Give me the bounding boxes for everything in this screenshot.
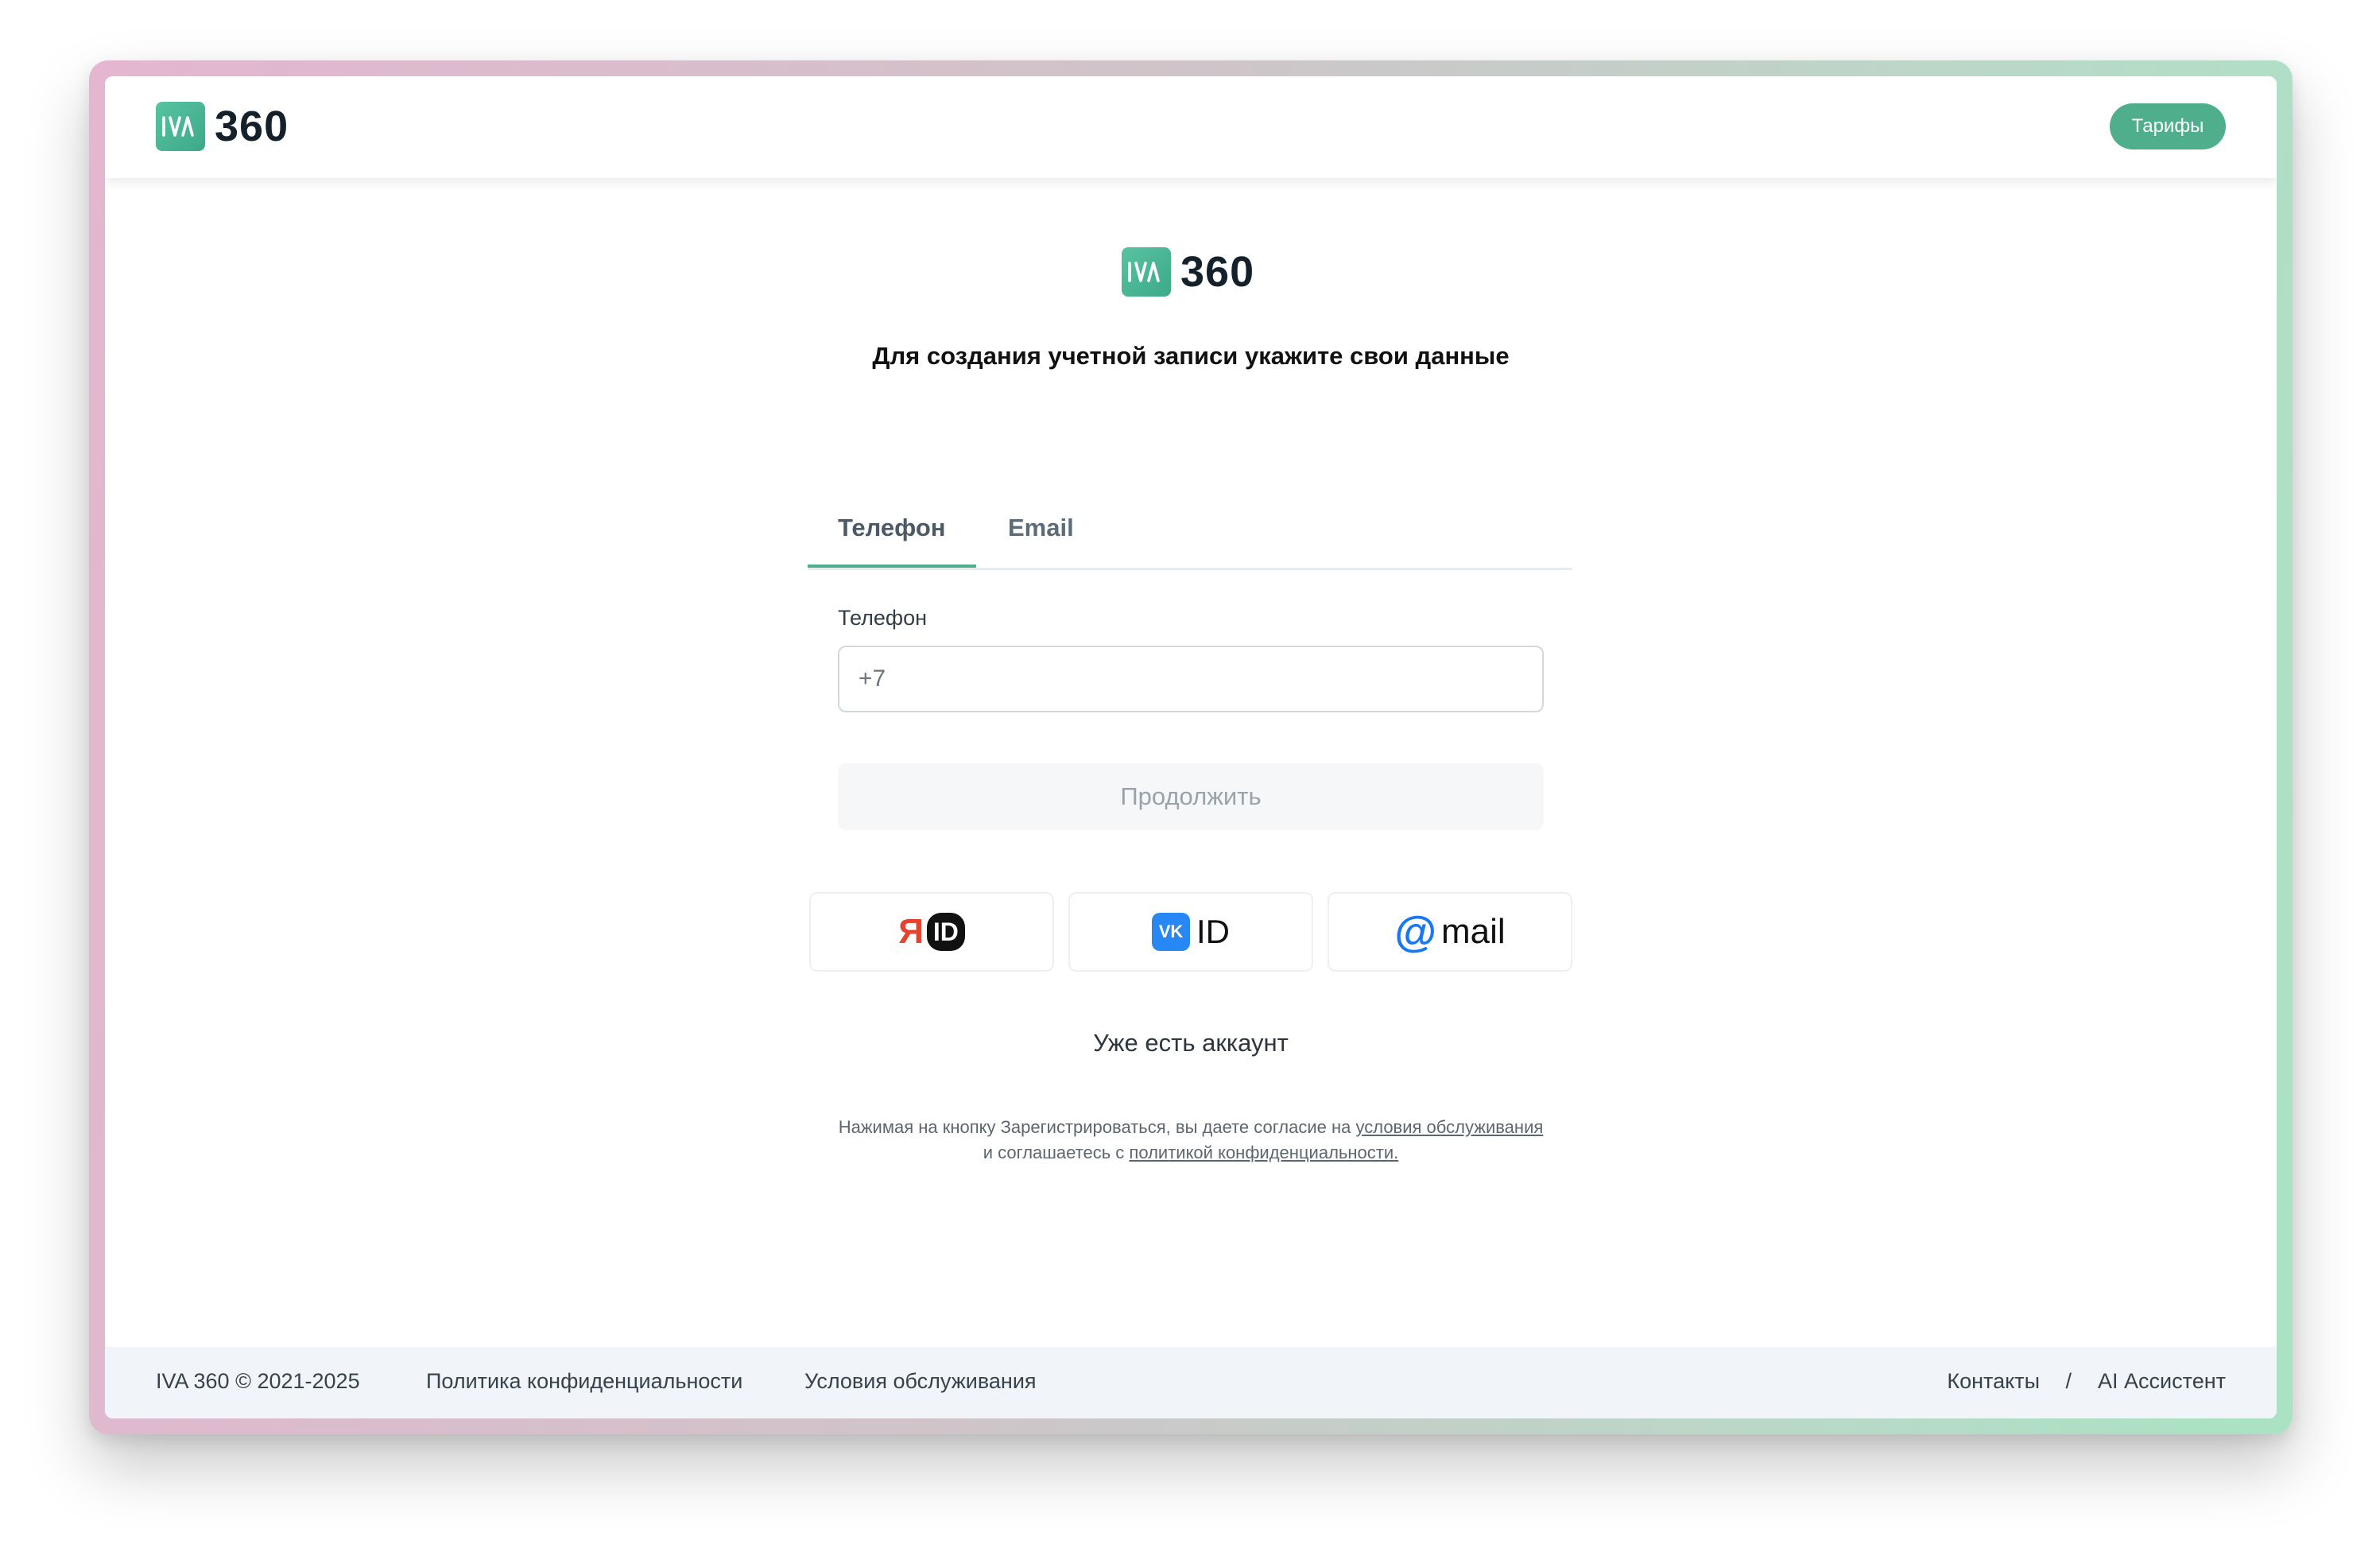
terms-link[interactable]: условия обслуживания [1355,1117,1543,1137]
tab-phone[interactable]: Телефон [808,512,976,568]
continue-button[interactable]: Продолжить [838,763,1544,830]
mail-ru-button[interactable]: @ mail [1328,892,1572,972]
mail-at-icon: @ [1394,908,1436,956]
footer-privacy-link[interactable]: Политика конфиденциальности [426,1369,742,1394]
form-logo: 360 [1122,247,1254,297]
logo-number: 360 [1180,248,1255,296]
vk-id-label: ID [1196,913,1230,950]
footer-separator: / [2065,1369,2072,1393]
legal-text-2: и соглашаетесь с [983,1143,1130,1162]
iva-logo-icon [1122,247,1171,297]
yandex-id-icon: ID [926,913,965,951]
legal-notice: Нажимая на кнопку Зарегистрироваться, вы… [833,1115,1549,1166]
footer: IVA 360 © 2021-2025 Политика конфиденциа… [105,1347,2277,1418]
footer-contacts-link[interactable]: Контакты [1947,1369,2040,1394]
have-account-link[interactable]: Уже есть аккаунт [105,1029,2277,1057]
iva-logo-icon [156,102,205,151]
footer-terms-link[interactable]: Условия обслуживания [804,1369,1037,1394]
legal-text-1: Нажимая на кнопку Зарегистрироваться, вы… [838,1117,1356,1137]
browser-window: 360 Тарифы 360 Для создания учетной запи… [105,76,2277,1418]
logo-number: 360 [215,103,289,150]
phone-field-label: Телефон [838,606,928,630]
footer-ai-assistant-link[interactable]: AI Ассистент [2098,1369,2226,1394]
footer-copyright: IVA 360 © 2021-2025 [156,1369,360,1393]
yandex-id-button[interactable]: Я ID [809,892,1054,972]
top-header: 360 Тарифы [105,76,2277,178]
page-subtitle: Для создания учетной записи укажите свои… [872,342,1510,370]
phone-input[interactable] [838,646,1544,712]
tab-email[interactable]: Email [978,512,1104,568]
auth-method-tabs: Телефон Email [808,488,1572,570]
tariffs-button[interactable]: Тарифы [2110,103,2226,149]
vk-id-button[interactable]: VK ID [1068,892,1313,972]
header-logo[interactable]: 360 [156,102,289,151]
yandex-letter-icon: Я [898,912,924,951]
privacy-link[interactable]: политикой конфиденциальности. [1129,1143,1398,1162]
mail-label: mail [1440,912,1506,951]
vk-logo-icon: VK [1152,913,1190,951]
